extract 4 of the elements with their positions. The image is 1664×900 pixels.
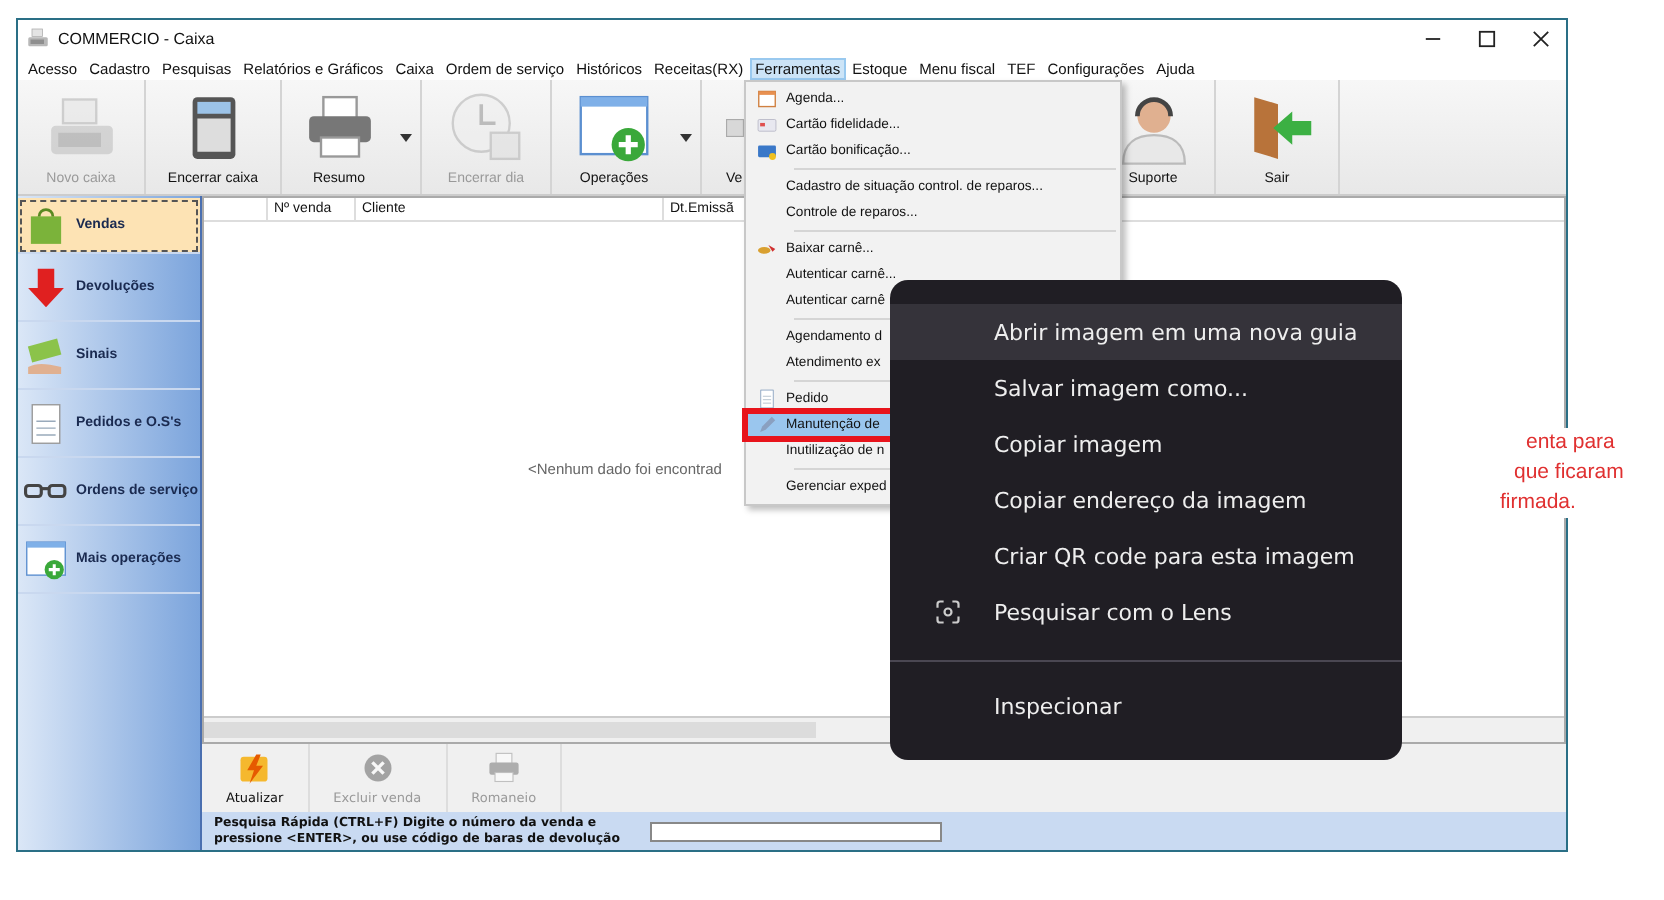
window-title: COMMERCIO - Caixa <box>58 29 215 47</box>
notice-text: firmada. <box>1500 488 1576 518</box>
notice-text: enta para <box>1526 428 1615 458</box>
notice-text: que ficaram <box>1514 458 1624 488</box>
